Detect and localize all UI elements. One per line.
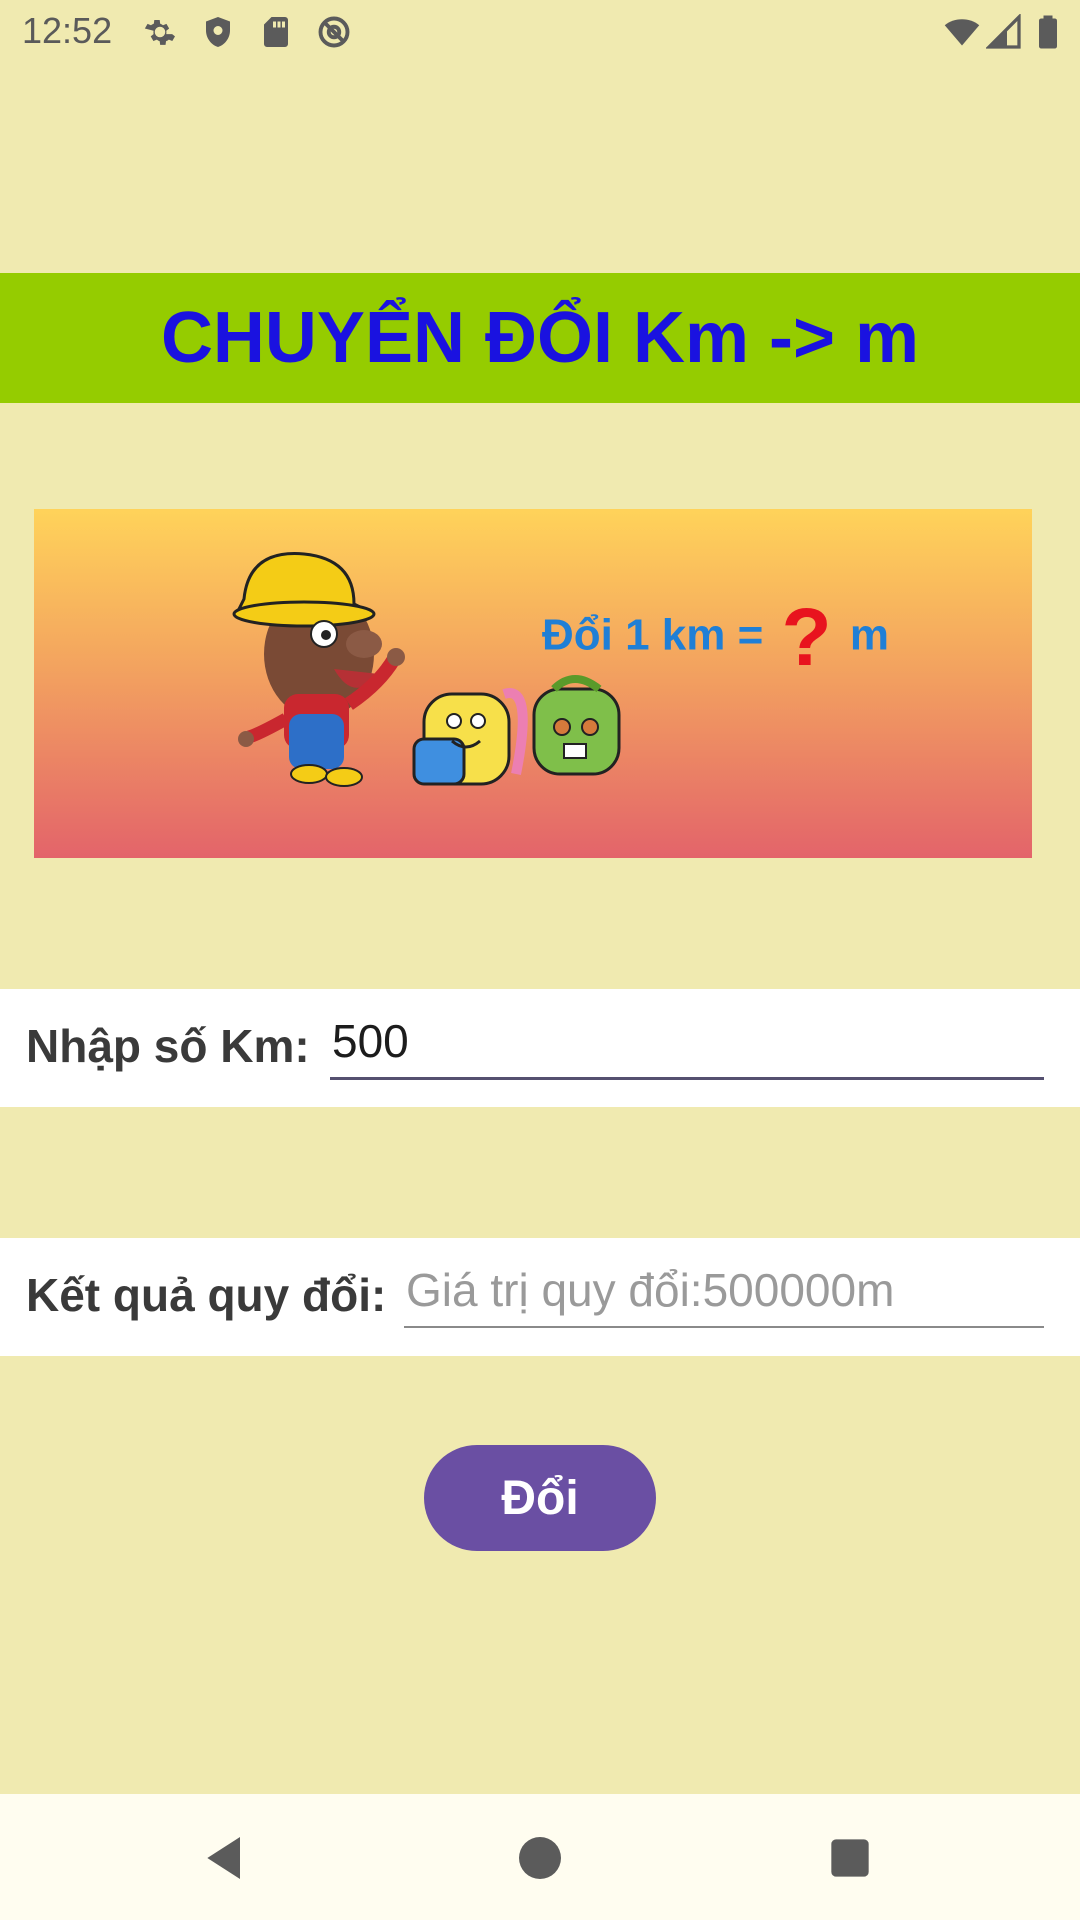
banner-caption: Đổi 1 km = ? m: [542, 591, 889, 685]
yellow-backpack: [412, 688, 528, 786]
at-sign-icon: [316, 14, 352, 50]
result-row: Kết quả quy đổi: Giá trị quy đổi:500000m: [0, 1238, 1080, 1356]
home-icon[interactable]: [512, 1830, 568, 1886]
back-icon[interactable]: [198, 1830, 254, 1886]
page-title: CHUYỂN ĐỔI Km -> m: [160, 298, 920, 378]
shield-icon: [200, 14, 236, 50]
worker-character: [232, 552, 405, 787]
wifi-icon: [944, 14, 980, 50]
convert-button[interactable]: Đổi: [424, 1445, 656, 1551]
result-field[interactable]: Giá trị quy đổi:500000m: [404, 1258, 1044, 1328]
banner-image: Đổi 1 km = ? m: [34, 509, 1032, 858]
green-backpack: [532, 675, 621, 776]
result-label: Kết quả quy đổi:: [26, 1269, 387, 1321]
gear-icon: [142, 14, 178, 50]
question-mark-icon: ?: [781, 592, 832, 683]
recents-icon[interactable]: [822, 1830, 878, 1886]
title-bar: CHUYỂN ĐỔI Km -> m: [0, 273, 1080, 403]
km-input-row: Nhập số Km: 500: [0, 989, 1080, 1107]
km-input[interactable]: 500: [330, 1009, 1044, 1080]
km-label: Nhập số Km:: [26, 1020, 310, 1072]
banner-caption-suffix: m: [837, 610, 889, 660]
battery-icon: [1030, 14, 1066, 50]
status-time: 12:52: [22, 10, 113, 51]
system-nav-bar: [0, 1794, 1080, 1920]
cell-signal-icon: [986, 14, 1022, 50]
banner-caption-prefix: Đổi 1 km =: [542, 610, 776, 660]
sd-card-icon: [258, 14, 294, 50]
status-bar: 12:52: [0, 0, 1080, 64]
